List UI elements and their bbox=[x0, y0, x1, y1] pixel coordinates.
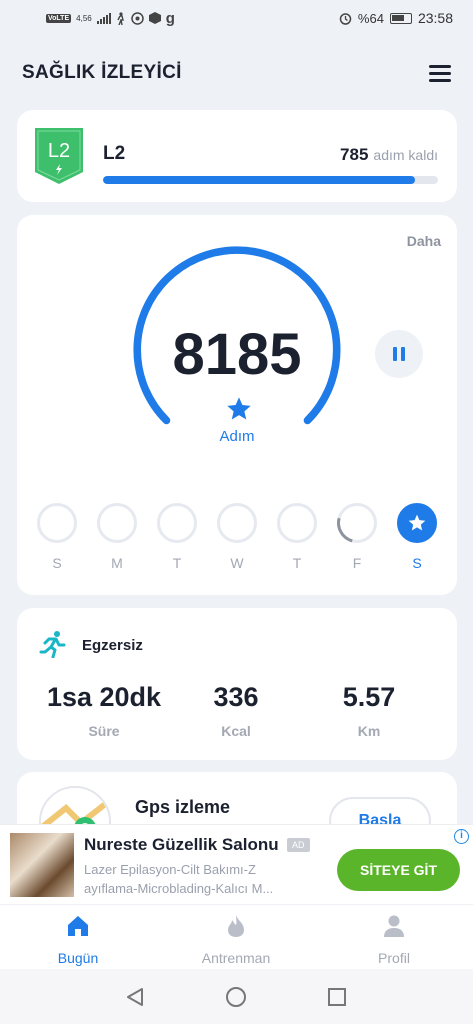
day-label: F bbox=[352, 555, 362, 571]
day-item[interactable]: T bbox=[277, 503, 317, 571]
exercise-title: Egzersiz bbox=[82, 637, 143, 654]
recents-icon[interactable] bbox=[326, 986, 348, 1008]
network-speed: 4,56 bbox=[76, 13, 92, 23]
app-g-icon: g bbox=[165, 9, 175, 27]
app-header: SAĞLIK İZLEYİCİ bbox=[22, 56, 451, 90]
bottom-nav: Bugün Antrenman Profil bbox=[0, 905, 473, 969]
network-badge: VoLTE bbox=[46, 13, 72, 23]
package-icon bbox=[148, 12, 161, 24]
ad-line: ayıflama-Microblading-Kalıcı M... bbox=[84, 881, 274, 896]
clock: 23:58 bbox=[417, 10, 453, 26]
status-right: %64 23:58 bbox=[339, 10, 453, 26]
level-name: L2 bbox=[103, 143, 126, 164]
stat-label: Süre bbox=[88, 723, 120, 739]
home-circle-icon[interactable] bbox=[225, 986, 247, 1008]
stat-duration: 1sa 20dk Süre bbox=[29, 682, 179, 739]
back-icon[interactable] bbox=[124, 986, 146, 1008]
flame-icon bbox=[228, 915, 244, 937]
day-ring bbox=[277, 503, 317, 543]
status-left: VoLTE 4,56 g bbox=[46, 10, 175, 27]
day-label: M bbox=[111, 555, 123, 571]
day-ring bbox=[97, 503, 137, 543]
star-icon bbox=[227, 397, 251, 420]
day-item[interactable]: W bbox=[217, 503, 257, 571]
stat-distance: 5.57 Km bbox=[294, 682, 444, 739]
home-icon bbox=[68, 916, 88, 936]
day-label: S bbox=[52, 555, 62, 571]
battery-icon bbox=[389, 12, 412, 24]
level-progress-bar bbox=[103, 176, 438, 184]
walking-icon bbox=[117, 11, 124, 25]
stat-value: 1sa 20dk bbox=[46, 682, 162, 712]
nav-item-today[interactable]: Bugün bbox=[18, 913, 138, 966]
ad-tag: AD bbox=[287, 838, 310, 852]
ad-line: Lazer Epilasyon-Cilt Bakımı-Z bbox=[84, 862, 256, 877]
page-title: SAĞLIK İZLEYİCİ bbox=[22, 62, 182, 83]
step-count: 8185 bbox=[172, 322, 302, 387]
steps-remaining: 785 adım kaldı bbox=[340, 145, 438, 165]
nav-label: Profil bbox=[378, 950, 410, 966]
more-link[interactable]: Daha bbox=[407, 233, 441, 249]
status-bar: VoLTE 4,56 g %64 23:58 bbox=[0, 0, 473, 36]
exercise-card[interactable]: Egzersiz 1sa 20dk Süre 336 Kcal 5.57 Km bbox=[17, 608, 457, 760]
ad-banner[interactable]: Nureste Güzellik Salonu AD Lazer Epilasy… bbox=[0, 824, 473, 904]
day-ring-partial bbox=[337, 503, 377, 543]
whatsapp-icon bbox=[130, 11, 144, 25]
ad-image[interactable] bbox=[10, 833, 74, 897]
person-icon bbox=[384, 915, 404, 937]
day-item-today[interactable]: S bbox=[397, 503, 437, 571]
day-ring-complete bbox=[397, 503, 437, 543]
day-item[interactable]: S bbox=[37, 503, 77, 571]
running-icon bbox=[39, 631, 66, 658]
nav-label: Antrenman bbox=[201, 950, 271, 966]
stat-value: 5.57 bbox=[342, 682, 396, 712]
level-badge-text: L2 bbox=[48, 140, 70, 162]
day-label: T bbox=[292, 555, 302, 571]
day-label: W bbox=[230, 555, 244, 571]
nav-item-training[interactable]: Antrenman bbox=[176, 913, 296, 966]
ad-title[interactable]: Nureste Güzellik Salonu bbox=[84, 835, 279, 855]
level-badge-icon: L2 bbox=[35, 128, 83, 184]
steps-remaining-value: 785 bbox=[340, 145, 369, 164]
ad-description[interactable]: Lazer Epilasyon-Cilt Bakımı-Z ayıflama-M… bbox=[84, 860, 329, 898]
star-icon bbox=[408, 514, 426, 531]
day-item[interactable]: T bbox=[157, 503, 197, 571]
day-label: T bbox=[172, 555, 182, 571]
signal-icon bbox=[96, 12, 111, 24]
day-ring bbox=[37, 503, 77, 543]
day-item[interactable]: F bbox=[337, 503, 377, 571]
stat-label: Km bbox=[357, 723, 381, 739]
system-nav bbox=[0, 969, 473, 1024]
nav-item-profile[interactable]: Profil bbox=[334, 913, 454, 966]
level-progress-fill bbox=[103, 176, 415, 184]
step-label: Adım bbox=[219, 428, 255, 445]
info-icon[interactable]: i bbox=[454, 829, 469, 844]
steps-remaining-label: adım kaldı bbox=[373, 147, 438, 163]
week-progress: S M T W T F S bbox=[37, 503, 447, 573]
stat-label: Kcal bbox=[221, 723, 251, 739]
ad-cta-button[interactable]: SİTEYE GİT bbox=[337, 849, 460, 891]
stat-value: 336 bbox=[213, 682, 259, 712]
battery-percent: %64 bbox=[357, 10, 384, 26]
level-card[interactable]: L2 L2 785 adım kaldı bbox=[17, 110, 457, 202]
stat-calories: 336 Kcal bbox=[161, 682, 311, 739]
gps-title: Gps izleme bbox=[135, 797, 231, 817]
day-label: S bbox=[412, 555, 422, 571]
day-ring bbox=[217, 503, 257, 543]
pause-button[interactable] bbox=[375, 330, 423, 378]
day-ring bbox=[157, 503, 197, 543]
day-item[interactable]: M bbox=[97, 503, 137, 571]
hamburger-menu-icon[interactable] bbox=[429, 64, 451, 82]
nav-label: Bugün bbox=[57, 950, 99, 966]
steps-card: Daha 8185 Adım S M T W T F S bbox=[17, 215, 457, 595]
alarm-icon bbox=[339, 12, 352, 25]
